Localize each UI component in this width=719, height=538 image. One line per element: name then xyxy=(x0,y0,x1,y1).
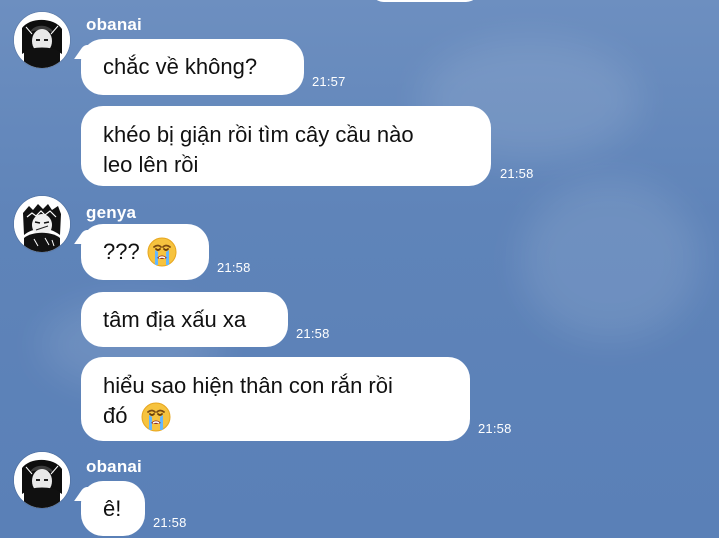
message-time: 21:57 xyxy=(312,74,346,89)
previous-message-edge xyxy=(370,0,480,2)
message-text: ??? xyxy=(103,239,140,264)
message-bubble[interactable]: khéo bị giận rồi tìm cây cầu nào leo lên… xyxy=(81,106,491,186)
message-bubble[interactable]: ê! xyxy=(81,481,145,536)
message-text: chắc về không? xyxy=(103,54,258,79)
message-time: 21:58 xyxy=(478,421,512,436)
message-bubble[interactable]: hiểu sao hiện thân con rắn rồi đó xyxy=(81,357,470,441)
profile-avatar-icon xyxy=(14,452,70,508)
background-cloud xyxy=(520,180,700,340)
profile-avatar-icon xyxy=(14,196,70,252)
message-time: 21:58 xyxy=(153,515,187,530)
message-line: hiểu sao hiện thân con rắn rồi xyxy=(103,373,393,398)
message-time: 21:58 xyxy=(500,166,534,181)
message-text: ê! xyxy=(103,495,122,521)
bubble-tail xyxy=(73,45,91,63)
profile-avatar-icon xyxy=(14,12,70,68)
message-line: leo lên rồi xyxy=(103,152,199,177)
bubble-tail xyxy=(73,230,91,248)
message-bubble[interactable]: chắc về không? xyxy=(81,39,304,95)
crying-face-icon xyxy=(146,236,178,268)
message-time: 21:58 xyxy=(296,326,330,341)
message-line: khéo bị giận rồi tìm cây cầu nào xyxy=(103,122,414,147)
message-text: hiểu sao hiện thân con rắn rồi đó xyxy=(103,371,393,433)
sender-name-obanai: obanai xyxy=(86,457,142,476)
message-text: khéo bị giận rồi tìm cây cầu nào leo lên… xyxy=(103,120,414,180)
sender-name-genya: genya xyxy=(86,203,137,222)
message-bubble[interactable]: tâm địa xấu xa xyxy=(81,292,288,347)
message-bubble[interactable]: ??? xyxy=(81,224,209,280)
obanai-avatar[interactable] xyxy=(14,452,70,508)
crying-face-icon xyxy=(140,401,172,433)
message-time: 21:58 xyxy=(217,260,251,275)
message-line: đó xyxy=(103,403,128,428)
sender-name-obanai: obanai xyxy=(86,15,142,34)
genya-avatar[interactable] xyxy=(14,196,70,252)
obanai-avatar[interactable] xyxy=(14,12,70,68)
message-text: tâm địa xấu xa xyxy=(103,306,247,332)
bubble-tail xyxy=(73,487,91,505)
